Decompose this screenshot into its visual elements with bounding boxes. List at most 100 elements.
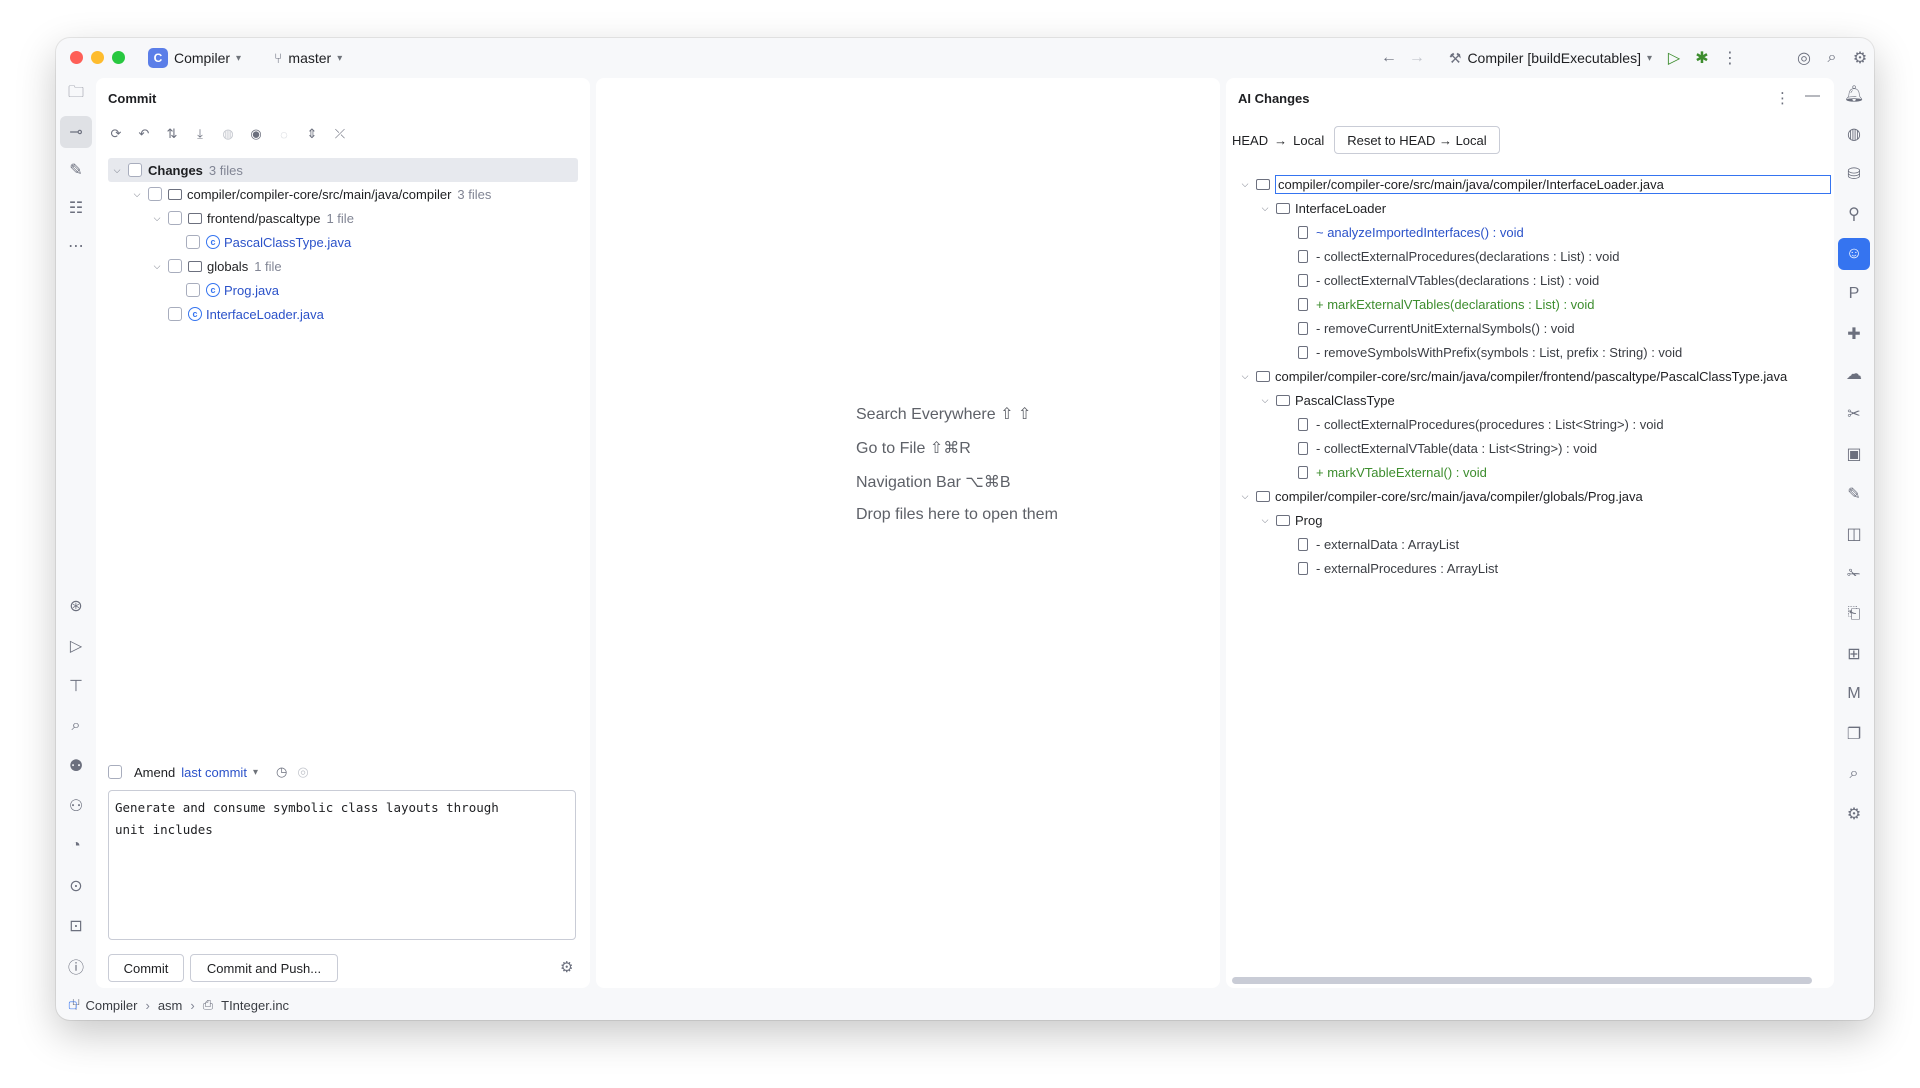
commit-options-gear-icon[interactable]: ⚙	[560, 958, 573, 976]
find-icon[interactable]: ⌕	[60, 710, 92, 742]
history-clock-icon[interactable]: ◷	[276, 764, 287, 780]
file-row[interactable]: c PascalClassType.java	[96, 230, 590, 254]
refresh-icon[interactable]: ⟳	[104, 122, 128, 146]
horizontal-scrollbar[interactable]	[1232, 977, 1812, 984]
collapse-all-icon[interactable]: ⤫	[328, 122, 352, 146]
chevron-down-icon[interactable]: ⌵	[1258, 395, 1272, 406]
chevron-down-icon[interactable]: ▾	[253, 767, 258, 778]
ai-assistant-icon[interactable]: ◎	[1790, 44, 1818, 72]
ai-member-row[interactable]: - collectExternalProcedures(procedures :…	[1226, 412, 1834, 436]
chevron-down-icon[interactable]: ⌵	[1238, 371, 1252, 382]
ai-member-row[interactable]: - collectExternalProcedures(declarations…	[1226, 244, 1834, 268]
reset-to-head-button[interactable]: Reset to HEAD → Local	[1334, 126, 1500, 154]
expand-all-icon[interactable]: ⇕	[300, 122, 324, 146]
build-hammer-icon[interactable]: ⊤	[60, 670, 92, 702]
gradle-icon[interactable]: ⚲	[1838, 198, 1870, 230]
chevron-down-icon[interactable]: ⌵	[150, 213, 164, 224]
search-icon[interactable]: ⌕	[1818, 44, 1846, 72]
database-icon[interactable]: ⛁	[1838, 158, 1870, 190]
last-commit-link[interactable]: last commit	[181, 765, 247, 780]
document-icon[interactable]: ⎗	[1838, 598, 1870, 630]
ai-changes-icon[interactable]: ☺	[1838, 238, 1870, 270]
run-icon[interactable]: ▷	[1660, 44, 1688, 72]
preview-eye-icon[interactable]: ◉	[244, 122, 268, 146]
chat-bubble-icon[interactable]: ☁	[1838, 358, 1870, 390]
ai-class-row[interactable]: ⌵ PascalClassType	[1226, 388, 1834, 412]
preview-icon[interactable]: ◫	[1838, 518, 1870, 550]
scissors-icon[interactable]: ✁	[1838, 558, 1870, 590]
commit-icon[interactable]: ⊸	[60, 116, 92, 148]
ai-file-row[interactable]: ⌵ compiler/compiler-core/src/main/java/c…	[1226, 172, 1834, 196]
settings-gear-icon[interactable]: ⚙	[1846, 44, 1874, 72]
ai-chat-icon[interactable]: ◍	[1838, 118, 1870, 150]
chevron-down-icon[interactable]: ⌵	[110, 165, 124, 176]
project-folder-icon[interactable]: 🗀	[60, 78, 92, 110]
chevron-down-icon[interactable]: ⌵	[150, 261, 164, 272]
module-row[interactable]: ⌵ compiler/compiler-core/src/main/java/c…	[96, 182, 590, 206]
forward-arrow-icon[interactable]: →	[1403, 44, 1431, 72]
folder-row[interactable]: ⌵ frontend/pascaltype 1 file	[96, 206, 590, 230]
more-horizontal-icon[interactable]: ⋯	[60, 230, 92, 262]
tools-icon[interactable]: ✂	[1838, 398, 1870, 430]
breadcrumb-item[interactable]: asm	[158, 998, 183, 1013]
chevron-down-icon[interactable]: ⌵	[1258, 515, 1272, 526]
ai-member-row[interactable]: - removeSymbolsWithPrefix(symbols : List…	[1226, 340, 1834, 364]
ai-member-row[interactable]: - removeCurrentUnitExternalSymbols() : v…	[1226, 316, 1834, 340]
close-window-button[interactable]	[70, 51, 83, 64]
more-vertical-icon[interactable]: ⋮	[1716, 44, 1744, 72]
file-checkbox[interactable]	[186, 283, 200, 297]
file-row[interactable]: c InterfaceLoader.java	[96, 302, 590, 326]
ai-member-row[interactable]: - collectExternalVTable(data : List<Stri…	[1226, 436, 1834, 460]
commit-button[interactable]: Commit	[108, 954, 184, 982]
file-checkbox[interactable]	[168, 307, 182, 321]
file-row[interactable]: c Prog.java	[96, 278, 590, 302]
group-by-icon[interactable]: ◌	[272, 122, 296, 146]
plugin-puzzle-icon[interactable]: ✚	[1838, 318, 1870, 350]
ai-member-row[interactable]: + markVTableExternal() : void	[1226, 460, 1834, 484]
debug-icon[interactable]: ✱	[1688, 44, 1716, 72]
ai-member-row[interactable]: + markExternalVTables(declarations : Lis…	[1226, 292, 1834, 316]
branch-selector[interactable]: ⑂ master ▾	[274, 47, 342, 69]
image-icon[interactable]: ▣	[1838, 438, 1870, 470]
ai-member-row[interactable]: - externalProcedures : ArrayList	[1226, 556, 1834, 580]
pull-requests-icon[interactable]: ✎	[60, 154, 92, 186]
run-config-selector[interactable]: ⚒ Compiler [buildExecutables] ▾	[1449, 50, 1652, 67]
m-plugin-icon[interactable]: M	[1838, 678, 1870, 710]
ai-member-row[interactable]: - collectExternalVTables(declarations : …	[1226, 268, 1834, 292]
shelve-icon[interactable]: ⤓	[188, 122, 212, 146]
p-plugin-icon[interactable]: P	[1838, 278, 1870, 310]
chevron-down-icon[interactable]: ⌵	[1238, 179, 1252, 190]
folder-row[interactable]: ⌵ globals 1 file	[96, 254, 590, 278]
breadcrumb-item[interactable]: TInteger.inc	[221, 998, 289, 1013]
ai-member-row[interactable]: ~ analyzeImportedInterfaces() : void	[1226, 220, 1834, 244]
copy-document-icon[interactable]: ❐	[1838, 718, 1870, 750]
amend-checkbox[interactable]	[108, 765, 122, 779]
changes-root-row[interactable]: ⌵ Changes 3 files	[108, 158, 578, 182]
ai-class-row[interactable]: ⌵ Prog	[1226, 508, 1834, 532]
chevron-down-icon[interactable]: ⌵	[1258, 203, 1272, 214]
back-arrow-icon[interactable]: ←	[1375, 44, 1403, 72]
ai-class-row[interactable]: ⌵ InterfaceLoader	[1226, 196, 1834, 220]
diff-icon[interactable]: ⇅	[160, 122, 184, 146]
problems-icon[interactable]: ⓘ	[60, 950, 92, 982]
search-document-icon[interactable]: ⌕	[1838, 758, 1870, 790]
file-checkbox[interactable]	[186, 235, 200, 249]
more-vertical-icon[interactable]: ⋮	[1775, 89, 1790, 107]
run-services-icon[interactable]: ⊙	[60, 870, 92, 902]
terminal-icon[interactable]: ⊡	[60, 910, 92, 942]
profiler-icon[interactable]: ◔	[60, 830, 92, 862]
hierarchy-icon[interactable]: ⊞	[1838, 638, 1870, 670]
rollback-icon[interactable]: ↶	[132, 122, 156, 146]
user-settings-icon[interactable]: ⚙	[1838, 798, 1870, 830]
changes-checkbox[interactable]	[128, 163, 142, 177]
structure-icon[interactable]: ☷	[60, 192, 92, 224]
debug-tool-icon[interactable]: ⚉	[60, 750, 92, 782]
commit-and-push-button[interactable]: Commit and Push...	[190, 954, 338, 982]
folder-checkbox[interactable]	[168, 211, 182, 225]
ai-file-row[interactable]: ⌵ compiler/compiler-core/src/main/java/c…	[1226, 484, 1834, 508]
stash-icon[interactable]: ◍	[216, 122, 240, 146]
ai-generate-icon[interactable]: ◎	[297, 764, 308, 780]
pen-icon[interactable]: ✎	[1838, 478, 1870, 510]
ai-member-row[interactable]: - externalData : ArrayList	[1226, 532, 1834, 556]
chevron-down-icon[interactable]: ⌵	[1238, 491, 1252, 502]
